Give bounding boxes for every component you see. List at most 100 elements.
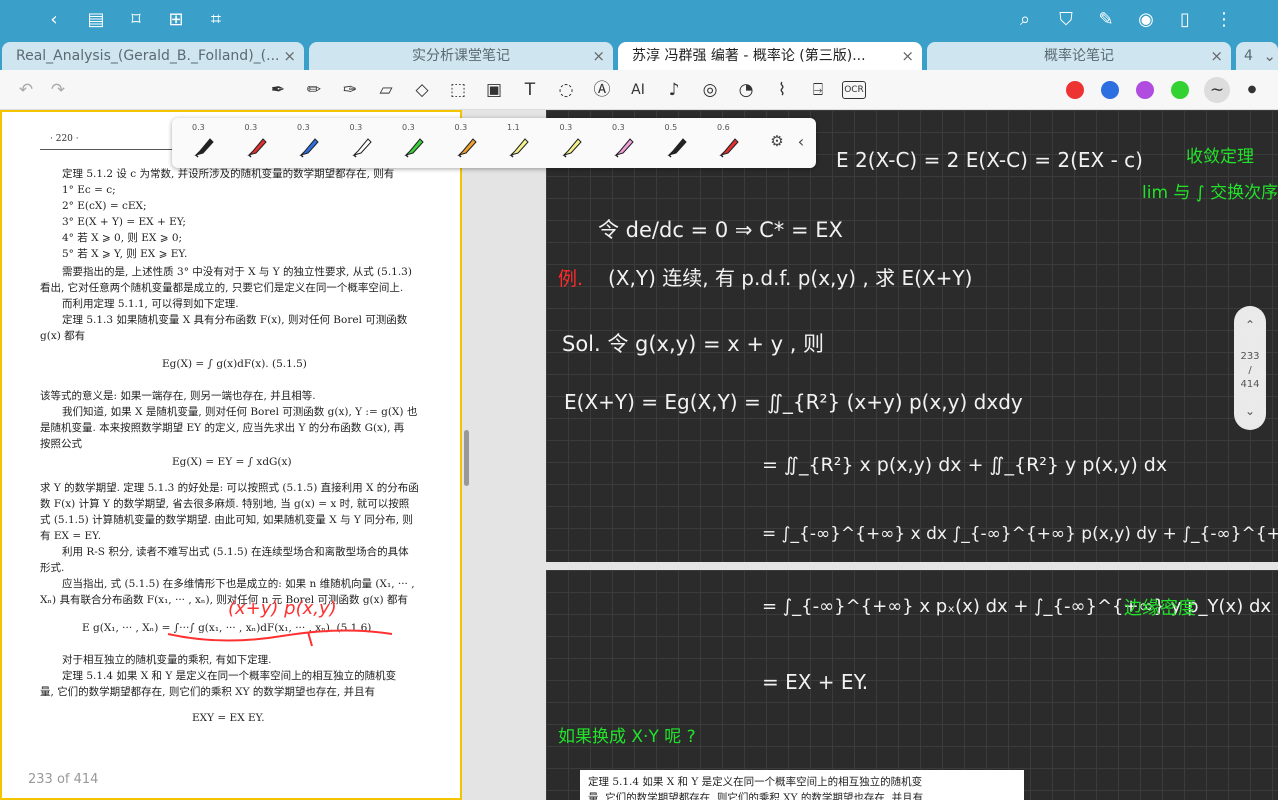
pen-preset[interactable]: 0.3 <box>336 121 386 165</box>
pdf-line: 量, 它们的数学期望都存在, 则它们的乘积 XY 的数学期望也存在, 并且有 <box>40 686 376 698</box>
undo-icon[interactable]: ↶ <box>14 78 38 102</box>
purple-swatch[interactable] <box>1136 81 1154 99</box>
pdf-line: 5° 若 X ⩾ Y, 则 EX ⩾ EY. <box>62 248 188 260</box>
laser-pointer-icon[interactable]: ⌇ <box>770 78 794 102</box>
pdf-line: 3° E(X + Y) = EX + EY; <box>62 216 186 228</box>
redo-icon[interactable]: ↷ <box>46 78 70 102</box>
brush-icon[interactable]: ✑ <box>338 78 362 102</box>
pen-icon <box>455 135 479 159</box>
handwritten-line: = ∫_{-∞}^{+∞} x dx ∫_{-∞}^{+∞} p(x,y) dy… <box>762 524 1278 544</box>
pdf-line: Xₙ) 具有联合分布函数 F(x₁, ··· , xₙ), 则对任何 n 元 B… <box>40 594 408 606</box>
handwritten-line: = ∬_{R²} x p(x,y) dx + ∬_{R²} y p(x,y) d… <box>762 454 1168 476</box>
pen-preset[interactable]: 0.3 <box>178 121 228 165</box>
pdf-line: 定理 5.1.4 如果 X 和 Y 是定义在同一个概率空间上的相互独立的随机变 <box>62 670 397 682</box>
close-icon[interactable]: × <box>901 42 914 70</box>
green-swatch[interactable] <box>1171 81 1189 99</box>
split-handle[interactable] <box>464 430 469 486</box>
chevron-up-icon[interactable]: ⌃ <box>1234 318 1266 332</box>
pen-width-label: 0.3 <box>192 123 205 132</box>
split-divider <box>462 110 546 800</box>
fountain-pen-icon[interactable]: ✒ <box>266 78 290 102</box>
pen-preset[interactable]: 0.6 <box>703 121 753 165</box>
search-icon[interactable]: ⌕ <box>1013 8 1037 32</box>
tab-label: 苏淳 冯群强 编著 - 概率论 (第三版)... <box>632 48 866 64</box>
more-icon[interactable]: ⋮ <box>1212 8 1236 32</box>
add-page-icon[interactable]: ⊞ <box>164 8 188 32</box>
pen-preset[interactable]: 0.3 <box>441 121 491 165</box>
sticker-icon[interactable]: ◔ <box>734 78 758 102</box>
pen-width-label: 0.3 <box>612 123 625 132</box>
close-icon[interactable]: × <box>283 42 296 70</box>
pen-preset[interactable]: 0.3 <box>231 121 281 165</box>
translate-icon[interactable]: ⍈ <box>806 78 830 102</box>
chevron-down-icon[interactable]: ⌄ <box>1263 42 1276 70</box>
current-page: 233 <box>1240 351 1260 362</box>
lasso-select-icon[interactable]: ⬚ <box>446 78 470 102</box>
tape-icon[interactable]: ◎ <box>698 78 722 102</box>
handwritten-line: 令 de/dc = 0 ⇒ C* = EX <box>598 218 843 242</box>
pdf-page[interactable]: · 220 · 定理 5.1.2 设 c 为常数, 并设所涉及的随机变量的数学期… <box>0 110 462 800</box>
pages-icon[interactable]: ▯ <box>1173 8 1197 32</box>
microphone-icon[interactable]: ♪ <box>662 78 686 102</box>
snippet-line: 定理 5.1.4 如果 X 和 Y 是定义在同一个概率空间上的相互独立的随机变 <box>588 776 923 788</box>
handwritten-line: (X,Y) 连续, 有 p.d.f. p(x,y) , 求 E(X+Y) <box>608 266 973 290</box>
pen-width-label: 0.3 <box>349 123 363 132</box>
stroke-style-icon[interactable]: ∼ <box>1204 77 1230 103</box>
pen-icon <box>717 135 741 159</box>
pasted-snippet[interactable]: 定理 5.1.4 如果 X 和 Y 是定义在同一个概率空间上的相互独立的随机变 … <box>580 770 1024 800</box>
pen-preset[interactable]: 0.3 <box>598 121 648 165</box>
tab-probability-textbook[interactable]: 苏淳 冯群强 编著 - 概率论 (第三版)... × <box>618 42 922 70</box>
text-recognition-icon[interactable]: Ⓐ <box>590 78 614 102</box>
ocr-icon[interactable]: OCR <box>842 81 866 99</box>
pen-preset[interactable]: 0.3 <box>546 121 596 165</box>
red-swatch[interactable] <box>1066 81 1084 99</box>
eye-icon[interactable]: ◉ <box>1134 8 1158 32</box>
bookmark-icon[interactable]: ⌑ <box>124 8 148 32</box>
pen-preset[interactable]: 0.3 <box>388 121 438 165</box>
page-scroller[interactable]: ⌃ 233 / 414 ⌄ <box>1234 306 1266 430</box>
pdf-line: 利用 R-S 积分, 读者不难写出式 (5.1.5) 在连续型场合和离散型场合的… <box>62 546 409 558</box>
crop-icon[interactable]: ⌗ <box>204 8 228 32</box>
chevron-left-icon[interactable]: ‹ <box>792 132 810 154</box>
handwritten-line: Sol. 令 g(x,y) = x + y , 则 <box>562 332 825 356</box>
pdf-line: 应当指出, 式 (5.1.5) 在多维情形下也是成立的: 如果 n 维随机向量 … <box>62 578 415 590</box>
pen-mode-icon[interactable]: ✎ <box>1094 8 1118 32</box>
pen-settings-icon[interactable]: ⚙ <box>766 132 788 154</box>
chevron-down-icon[interactable]: ⌄ <box>1234 404 1266 418</box>
close-icon[interactable]: × <box>1210 42 1223 70</box>
pdf-line: 看出, 它对任意两个随机变量都是成立的, 只要它们是定义在同一个概率空间上. <box>40 282 404 294</box>
ai-icon[interactable]: AI <box>626 78 650 102</box>
total-pages: 414 <box>1240 379 1260 390</box>
pdf-line: g(x) 都有 <box>40 330 86 342</box>
dot-size-icon[interactable]: ● <box>1240 78 1264 102</box>
pen-preset[interactable]: 0.5 <box>651 121 701 165</box>
tab-real-analysis-notes[interactable]: 实分析课堂笔记 × <box>309 42 613 70</box>
note-page-2[interactable]: = ∫_{-∞}^{+∞} x pₓ(x) dx + ∫_{-∞}^{+∞} y… <box>546 570 1278 800</box>
pen-icon <box>192 135 216 159</box>
image-icon[interactable]: ▣ <box>482 78 506 102</box>
highlighter-icon[interactable]: ▱ <box>374 78 398 102</box>
snippet-line: 量, 它们的数学期望都存在, 则它们的乘积 XY 的数学期望也存在, 并且有 <box>588 792 924 800</box>
pen-width-label: 0.3 <box>244 123 258 132</box>
note-page-1[interactable]: E 2(X-C) = 2 E(X-C) = 2(EX - c) 收敛定理 lim… <box>546 110 1278 562</box>
blue-swatch[interactable] <box>1101 81 1119 99</box>
pen-icon <box>402 135 426 159</box>
back-icon[interactable]: ‹ <box>42 8 66 32</box>
pen-width-label: 0.3 <box>454 123 468 132</box>
pen-preset[interactable]: 1.1 <box>493 121 543 165</box>
shape-icon[interactable]: ◌ <box>554 78 578 102</box>
tab-count[interactable]: 4 ⌄ <box>1236 42 1278 70</box>
pdf-line: 式 (5.1.5) 计算随机变量的数学期望. 由此可知, 如果随机变量 X 与 … <box>40 514 413 526</box>
tab-real-analysis[interactable]: Real_Analysis_(Gerald_B._Folland)_(... × <box>2 42 304 70</box>
handwritten-label: 例. <box>558 268 584 290</box>
outline-icon[interactable]: ▤ <box>84 8 108 32</box>
pdf-line: 2° E(cX) = cEX; <box>62 200 147 212</box>
tab-bar: Real_Analysis_(Gerald_B._Folland)_(... ×… <box>0 40 1278 70</box>
tab-probability-notes[interactable]: 概率论笔记 × <box>927 42 1231 70</box>
close-icon[interactable]: × <box>592 42 605 70</box>
eraser-icon[interactable]: ◇ <box>410 78 434 102</box>
text-box-icon[interactable]: T <box>518 78 542 102</box>
pencil-icon[interactable]: ✏ <box>302 78 326 102</box>
pen-preset[interactable]: 0.3 <box>283 121 333 165</box>
theme-icon[interactable]: ⛉ <box>1054 8 1078 32</box>
